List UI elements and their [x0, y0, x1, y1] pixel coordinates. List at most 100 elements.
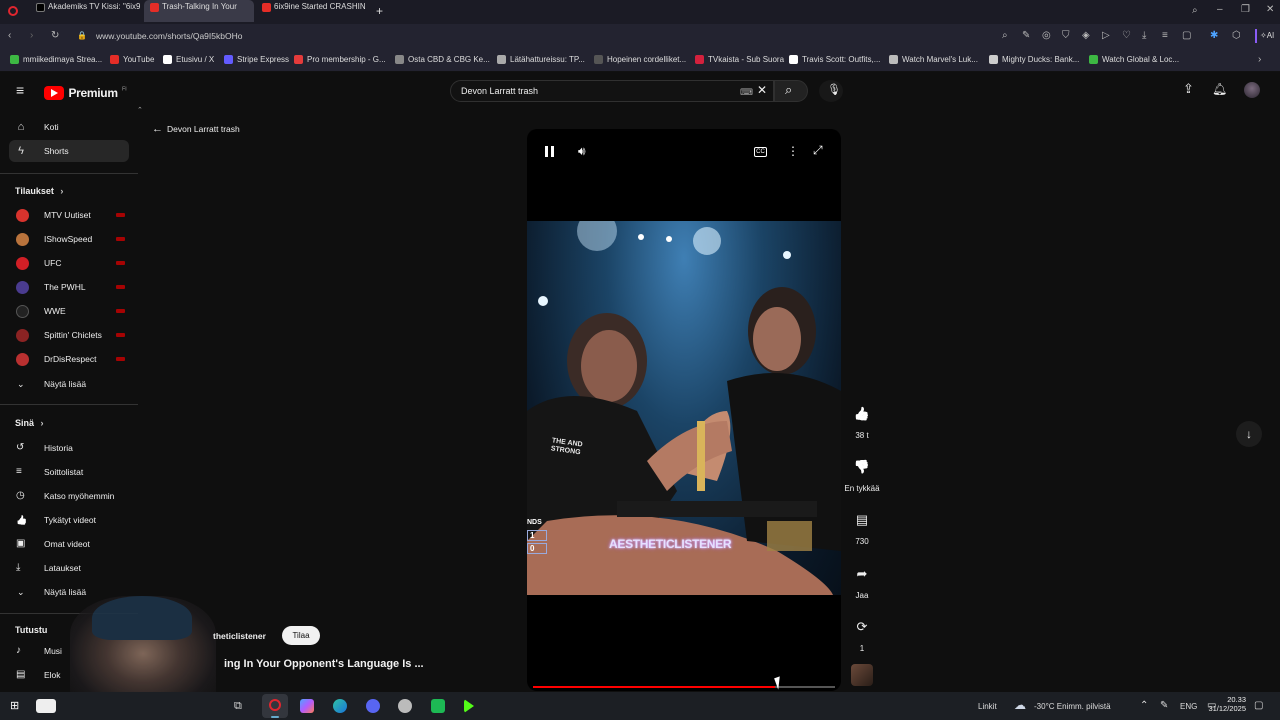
share-button[interactable]: ➦ Jaa	[843, 559, 881, 600]
volume-icon[interactable]: 🔊︎	[578, 145, 586, 157]
new-tab-icon[interactable]: +	[376, 5, 383, 17]
play-icon[interactable]: ▷	[1102, 31, 1110, 41]
reload-icon[interactable]: ↻	[51, 31, 59, 41]
sidebar-item-downloads[interactable]: ⤓ Lataukset	[15, 558, 125, 578]
menu-icon[interactable]: ≡	[1162, 31, 1168, 41]
close-window-icon[interactable]: ✕	[1266, 5, 1274, 15]
tab-trash-talking[interactable]: Trash-Talking In Your	[144, 0, 254, 22]
tab-6ix9ine[interactable]: 6ix9ine Started CRASHING	[256, 0, 366, 22]
like-button[interactable]: 👍 38 t	[843, 399, 881, 440]
clear-search-icon[interactable]: ✕	[757, 84, 767, 96]
bookmark-item[interactable]: TVkaista - Sub Suora	[695, 55, 784, 64]
search-taskbar-icon[interactable]	[36, 699, 56, 713]
windows-start-icon[interactable]: ⊞	[10, 701, 19, 712]
heart-icon[interactable]: ♡	[1122, 31, 1131, 41]
bookmark-item[interactable]: Hopeinen cordelliket...	[594, 55, 686, 64]
more-options-icon[interactable]: ⋮	[787, 145, 799, 157]
sidebar-subscription[interactable]: The PWHL	[15, 277, 125, 297]
camera-icon[interactable]: ◎	[1042, 31, 1051, 41]
notifications-bell-icon[interactable]: 🔔︎	[1212, 83, 1227, 95]
remix-button[interactable]: ⟳ 1	[843, 612, 881, 653]
sidebar-subscription[interactable]: WWE	[15, 301, 125, 321]
progress-track[interactable]	[533, 686, 835, 688]
search-button[interactable]: ⌕	[774, 80, 808, 102]
next-video-button[interactable]: ↓	[1236, 421, 1262, 447]
sidebar-item-playlists[interactable]: ≡ Soittolistat	[15, 462, 125, 482]
search-input[interactable]: Devon Larratt trash	[450, 80, 774, 102]
url-field[interactable]: www.youtube.com/shorts/Qa9I5kbOHo	[96, 31, 242, 41]
wallet-icon[interactable]: ▢	[1182, 31, 1191, 41]
bookmark-item[interactable]: Osta CBD & CBG Ke...	[395, 55, 490, 64]
back-icon[interactable]: ‹	[8, 31, 11, 41]
weather-text[interactable]: -30°C Enimm. pilvistä	[1034, 702, 1111, 711]
discord-icon[interactable]	[366, 699, 380, 713]
bookmark-item[interactable]: YouTube	[110, 55, 154, 64]
fullscreen-icon[interactable]: ⤢	[813, 144, 823, 156]
keyboard-icon[interactable]: ⌨	[740, 87, 753, 97]
dislike-button[interactable]: 👎 En tykkää	[843, 452, 881, 493]
search-page-icon[interactable]: ⌕	[1002, 31, 1008, 41]
notification-center-icon[interactable]: ▢	[1254, 701, 1263, 711]
sidebar-subscription[interactable]: DrDisRespect	[15, 349, 125, 369]
show-more-subscriptions[interactable]: ⌄ Näytä lisää	[15, 374, 125, 394]
minimize-icon[interactable]: –	[1217, 5, 1223, 15]
ai-button[interactable]: ✧AI	[1255, 29, 1280, 43]
you-header[interactable]: Sinä ›	[15, 418, 44, 428]
captions-button[interactable]: CC	[754, 147, 767, 157]
download-icon[interactable]: ⤓	[1142, 31, 1146, 41]
edge-icon[interactable]	[333, 699, 347, 713]
taskbar-opera-active[interactable]	[262, 694, 288, 718]
comments-button[interactable]: ▤ 730	[843, 505, 881, 546]
shorts-player[interactable]: 🔊︎ CC ⋮ ⤢ THE AND STRONG AESTHETICLISTEN…	[527, 129, 841, 691]
sidebar-subscription[interactable]: IShowSpeed	[15, 229, 125, 249]
voice-search-button[interactable]: 🎙	[819, 80, 843, 102]
forward-icon[interactable]: ›	[30, 31, 33, 41]
extensions-icon[interactable]: ◈	[1082, 31, 1090, 41]
search-tabs-icon[interactable]: ⌕	[1192, 6, 1198, 16]
shield-icon[interactable]: ⛉	[1062, 31, 1070, 41]
cube-icon[interactable]: ⬡	[1232, 31, 1241, 41]
sidebar-subscription[interactable]: MTV Uutiset	[15, 205, 125, 225]
task-view-icon[interactable]: ⧉	[234, 701, 242, 712]
bookmark-item[interactable]: Travis Scott: Outfits,...	[789, 55, 880, 64]
spotify-like-icon[interactable]	[431, 699, 445, 713]
bookmark-item[interactable]: Watch Global & Loc...	[1089, 55, 1179, 64]
links-toolbar[interactable]: Linkit	[978, 702, 997, 711]
bookmark-item[interactable]: mmiikedimaya Strea...	[10, 55, 102, 64]
clock[interactable]: 20.33 31/12/2025	[1200, 695, 1246, 713]
back-to-search-link[interactable]: ← Devon Larratt trash	[152, 123, 240, 135]
bookmark-item[interactable]: Stripe Express	[224, 55, 289, 64]
sidebar-item-home[interactable]: ⌂ Koti	[9, 116, 129, 138]
bookmarks-overflow-icon[interactable]: ›	[1258, 55, 1261, 65]
bookmark-item[interactable]: Mighty Ducks: Bank...	[989, 55, 1079, 64]
sidebar-item-watch-later[interactable]: ◷ Katso myöhemmin	[15, 486, 125, 506]
opera-logo-icon[interactable]	[8, 6, 18, 16]
pause-button[interactable]	[545, 146, 555, 158]
bookmark-item[interactable]: Watch Marvel's Luk...	[889, 55, 978, 64]
sound-thumbnail[interactable]	[851, 664, 873, 686]
tab-akademiks[interactable]: Akademiks TV Kissi: "6ix9	[30, 0, 140, 22]
sidebar-subscription[interactable]: UFC	[15, 253, 125, 273]
sidebar-item-shorts[interactable]: ϟ Shorts	[9, 140, 129, 162]
sidebar-item-liked[interactable]: 👍 Tykätyt videot	[15, 510, 125, 530]
upload-icon[interactable]: ⇪	[1183, 82, 1194, 95]
chatgpt-icon[interactable]	[398, 699, 412, 713]
copilot-icon[interactable]	[300, 699, 314, 713]
bookmark-item[interactable]: Lätähattureissu: TP...	[497, 55, 585, 64]
channel-name[interactable]: theticlistener	[213, 631, 266, 641]
language-indicator[interactable]: ENG	[1180, 702, 1197, 711]
subscribe-button[interactable]: Tilaa	[282, 626, 320, 645]
edit-icon[interactable]: ✎	[1022, 31, 1030, 41]
tray-chevron-up-icon[interactable]: ⌃	[1140, 701, 1148, 711]
avatar[interactable]	[1244, 82, 1260, 98]
sidebar-item-your-videos[interactable]: ▣ Omat videot	[15, 534, 125, 554]
extension-blue-icon[interactable]: ✱	[1210, 31, 1218, 41]
video-title[interactable]: ing In Your Opponent's Language Is ...	[224, 658, 424, 670]
bookmark-item[interactable]: Pro membership - G...	[294, 55, 386, 64]
sidebar-item-history[interactable]: ↺ Historia	[15, 438, 125, 458]
sidebar-subscription[interactable]: Spittin' Chiclets	[15, 325, 125, 345]
subscriptions-header[interactable]: Tilaukset ›	[15, 186, 63, 196]
restore-icon[interactable]: ❐	[1241, 5, 1250, 15]
bookmark-item[interactable]: Etusivu / X	[163, 55, 214, 64]
arrow-app-icon[interactable]	[464, 699, 474, 713]
